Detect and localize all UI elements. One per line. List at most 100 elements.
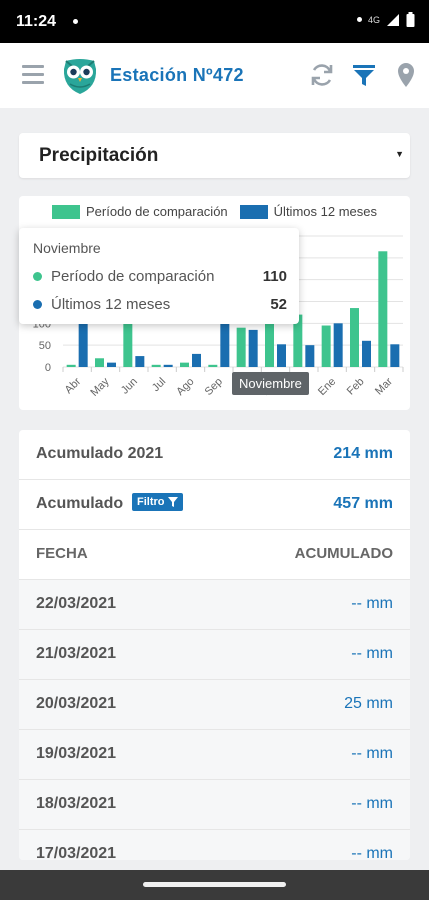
col-accum-header: ACUMULADO — [294, 545, 393, 562]
row-value: -- mm — [351, 595, 393, 612]
row-date: 19/03/2021 — [36, 745, 117, 762]
bar-comparison[interactable] — [180, 362, 189, 367]
bar-last12[interactable] — [220, 323, 230, 367]
legend-label-comparison: Período de comparación — [86, 204, 228, 219]
precipitation-chart: 050100AbrMayJunJulAgoSepOctNovDicEneFebM… — [19, 196, 410, 410]
page-title: Estación Nº472 — [110, 65, 244, 85]
location-pin-icon[interactable] — [392, 61, 420, 89]
x-tick-label: May — [88, 375, 112, 399]
x-tick-label: Ene — [316, 376, 338, 398]
accum-filter-label: Acumulado — [36, 495, 124, 512]
battery-icon — [406, 12, 415, 27]
bar-comparison[interactable] — [236, 327, 246, 367]
x-axis-hover-label: Noviembre — [232, 372, 309, 395]
y-tick-label: 0 — [45, 362, 51, 374]
bar-comparison[interactable] — [151, 364, 161, 367]
tooltip-value: 110 — [262, 268, 287, 285]
bar-last12[interactable] — [333, 323, 343, 367]
bar-last12[interactable] — [277, 344, 286, 367]
network-type: 4G — [367, 14, 380, 25]
status-bar: 11:24 4G — [0, 0, 429, 43]
owl-logo-icon — [63, 59, 97, 94]
y-tick-label: 50 — [39, 340, 51, 352]
row-value: -- mm — [351, 845, 393, 860]
tooltip-dot-comparison — [33, 272, 42, 281]
x-tick-label: Mar — [373, 375, 395, 397]
status-icons: 4G — [356, 12, 415, 27]
tooltip-value: 52 — [270, 296, 287, 313]
signal-icon — [387, 13, 399, 26]
row-value: -- mm — [351, 745, 393, 762]
row-value: 25 mm — [344, 695, 393, 712]
filter-icon[interactable] — [350, 61, 378, 89]
bar-comparison[interactable] — [350, 308, 359, 367]
x-tick-label: Sep — [203, 376, 225, 398]
dropdown-arrow-icon: ▼ — [395, 149, 404, 159]
bar-last12[interactable] — [305, 345, 315, 367]
x-tick-label: Jun — [119, 376, 140, 397]
accum-year-value: 214 mm — [333, 445, 393, 462]
table-row: 20/03/2021 25 mm — [19, 680, 410, 730]
row-value: -- mm — [351, 795, 393, 812]
x-tick-label: Feb — [345, 376, 367, 398]
bar-last12[interactable] — [390, 344, 400, 367]
bar-last12[interactable] — [192, 353, 201, 367]
accum-filter-value: 457 mm — [333, 495, 393, 512]
filter-badge-icon — [167, 497, 178, 507]
bar-comparison[interactable] — [208, 364, 218, 367]
menu-icon[interactable] — [22, 65, 44, 85]
row-date: 21/03/2021 — [36, 645, 117, 662]
x-tick-label: Ago — [174, 376, 196, 398]
bar-comparison[interactable] — [378, 251, 388, 367]
row-date: 22/03/2021 — [36, 595, 117, 612]
row-date: 17/03/2021 — [36, 845, 117, 860]
variable-select[interactable]: Precipitación ▼ — [19, 133, 410, 178]
bar-comparison[interactable] — [265, 318, 274, 367]
row-value: -- mm — [351, 645, 393, 662]
chart-legend: Período de comparación Últimos 12 meses — [19, 204, 410, 219]
chart-tooltip: Noviembre Período de comparación 110 Últ… — [19, 228, 299, 324]
tooltip-row-last12: Últimos 12 meses 52 — [33, 296, 287, 313]
table-row: 19/03/2021 -- mm — [19, 730, 410, 780]
tooltip-row-comparison: Período de comparación 110 — [33, 268, 287, 285]
accum-year-row: Acumulado 2021 214 mm — [19, 430, 410, 480]
legend-swatch-comparison — [52, 204, 81, 219]
table-row: 17/03/2021 -- mm — [19, 830, 410, 860]
table-row: 18/03/2021 -- mm — [19, 780, 410, 830]
col-date-header: FECHA — [36, 545, 88, 562]
bar-comparison[interactable] — [95, 358, 104, 367]
bar-comparison[interactable] — [66, 364, 76, 367]
filter-badge[interactable]: Filtro — [132, 493, 183, 511]
filter-badge-label: Filtro — [137, 496, 165, 508]
legend-item-comparison[interactable]: Período de comparación — [52, 204, 228, 219]
bar-last12[interactable] — [135, 356, 145, 367]
x-tick-label: Jul — [150, 376, 168, 394]
table-header: FECHA ACUMULADO — [19, 530, 410, 580]
bar-last12[interactable] — [248, 329, 258, 367]
select-value: Precipitación — [39, 145, 159, 166]
table-row: 21/03/2021 -- mm — [19, 630, 410, 680]
app-header: Estación Nº472 — [0, 43, 429, 108]
x-tick-label: Abr — [63, 375, 84, 396]
notification-dot-icon — [73, 19, 78, 24]
bar-last12[interactable] — [362, 340, 371, 367]
tooltip-label: Últimos 12 meses — [51, 296, 171, 313]
legend-label-last12: Últimos 12 meses — [273, 204, 377, 219]
tooltip-dot-last12 — [33, 300, 42, 309]
legend-swatch-last12 — [239, 204, 268, 219]
home-gesture-handle[interactable] — [143, 882, 286, 887]
bar-last12[interactable] — [107, 362, 116, 367]
accum-filter-row: Acumulado Filtro 457 mm — [19, 480, 410, 530]
status-time: 11:24 — [16, 13, 57, 30]
tooltip-label: Período de comparación — [51, 268, 215, 285]
table-row: 22/03/2021 -- mm — [19, 580, 410, 630]
tooltip-title: Noviembre — [33, 240, 101, 256]
legend-item-last12[interactable]: Últimos 12 meses — [239, 204, 377, 219]
status-dot-icon — [356, 17, 362, 22]
row-date: 20/03/2021 — [36, 695, 117, 712]
bar-last12[interactable] — [163, 364, 173, 367]
bar-comparison[interactable] — [321, 325, 331, 367]
accum-year-label: Acumulado 2021 — [36, 445, 164, 462]
refresh-icon[interactable] — [308, 61, 336, 89]
accumulation-table: Acumulado 2021 214 mm Acumulado Filtro 4… — [19, 430, 410, 860]
